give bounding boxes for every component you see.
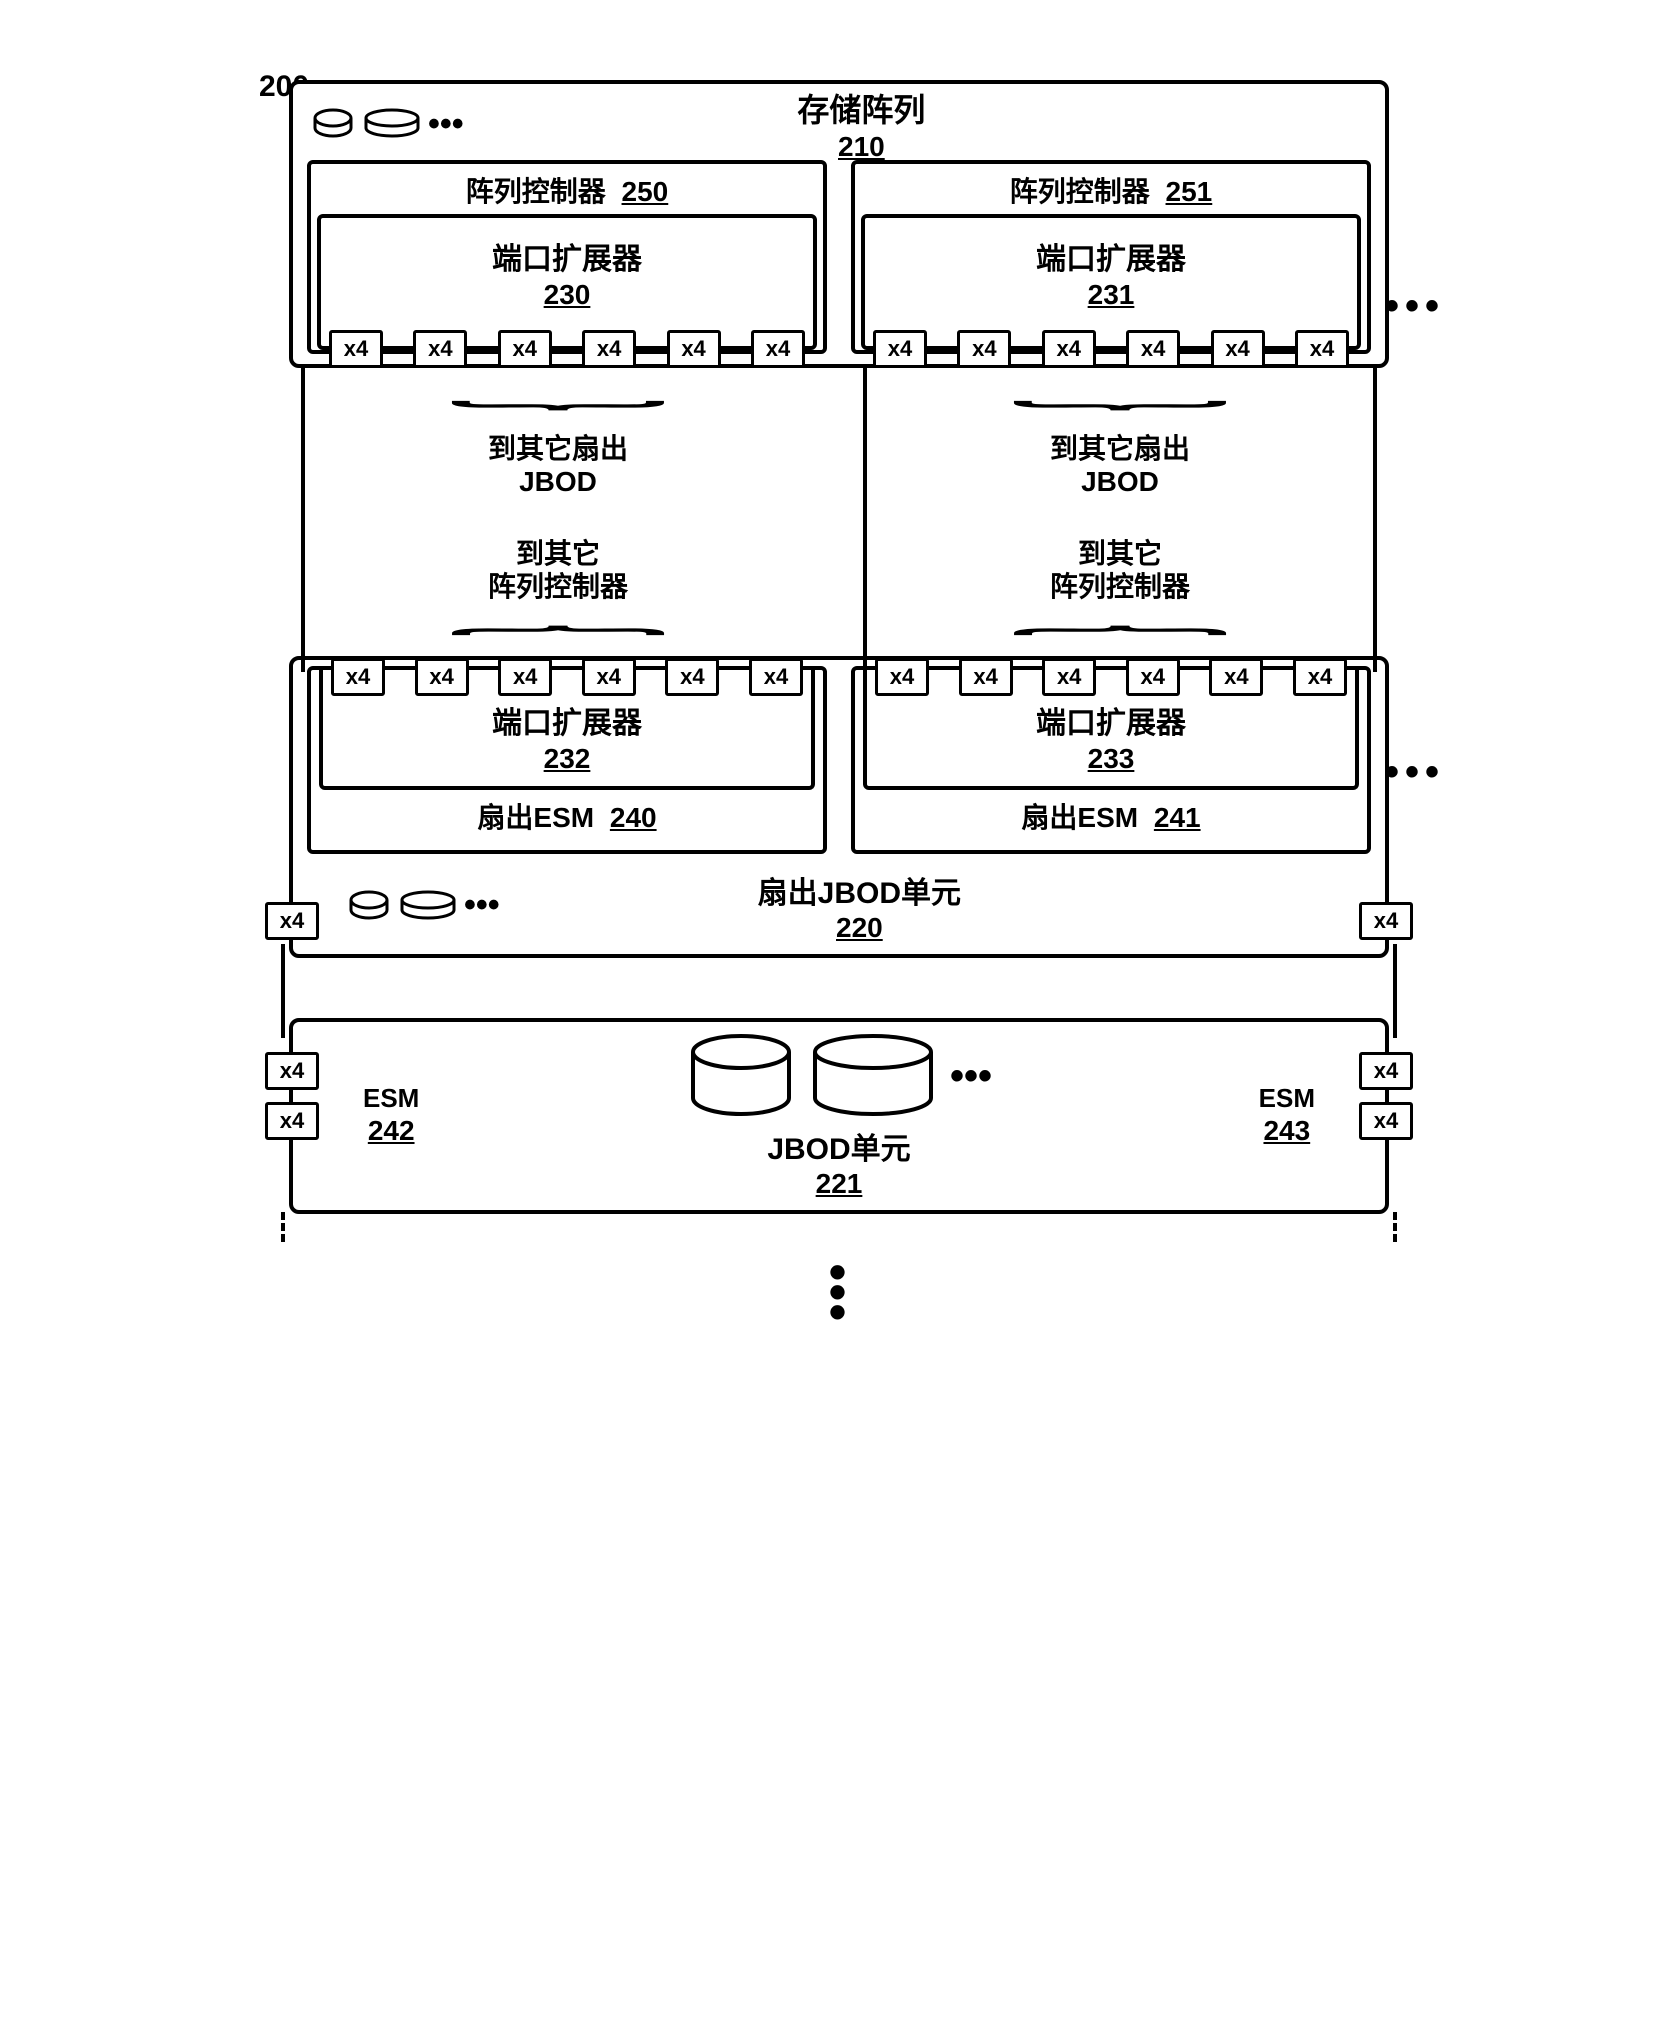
expander-title: 端口扩展器 [492,243,642,276]
ports-row: x4 x4 x4 x4 x4 x4 [331,658,803,696]
expander-ref: 231 [873,278,1349,312]
jbod-center: ••• JBOD单元 221 [439,1032,1238,1200]
port-x4: x4 [1209,658,1263,696]
disk-icon [311,108,356,140]
jbod-unit-ref: 221 [439,1168,1238,1200]
port-x4: x4 [582,658,636,696]
connector-line [863,364,867,672]
connector-line [281,944,285,1038]
port-x4: x4 [265,1102,319,1140]
connector-line [1373,364,1377,672]
port-expander-233: x4 x4 x4 x4 x4 x4 端口扩展器 233 [863,670,1359,790]
port-x4: x4 [875,658,929,696]
fanout-esm-241: x4 x4 x4 x4 x4 x4 端口扩展器 233 扇出ESM 241 [851,666,1371,854]
controller-title: 阵列控制器 251 [861,170,1361,210]
port-x4: x4 [1126,658,1180,696]
port-x4: x4 [265,1052,319,1090]
array-controller-right: 阵列控制器 251 端口扩展器 231 x4 x4 x4 x4 x4 x4 [851,160,1371,354]
connector-line [281,1212,285,1242]
expander-title: 端口扩展器 [492,707,642,740]
ports-row: x4 x4 x4 x4 x4 x4 [329,330,805,368]
jbod-unit-title: JBOD单元 [439,1124,1238,1168]
port-x4: x4 [331,658,385,696]
expander-title: 端口扩展器 [1036,707,1186,740]
ellipsis-icon: ••• [1385,284,1445,329]
brace-icon: ︸ [313,413,1678,422]
port-x4: x4 [1293,658,1347,696]
port-x4: x4 [498,658,552,696]
esm-243: ESM 243 [1259,1083,1315,1148]
mid-gap-labels: ︸ 到其它扇出JBOD 到其它阵列控制器 ︸ ︸ 到其它扇出JBOD 到其它阵列… [289,380,1389,656]
storage-array-box: ••• 存储阵列 210 阵列控制器 250 端口扩展器 230 [289,80,1389,368]
port-x4: x4 [873,330,927,368]
port-x4: x4 [265,902,319,940]
fanout-jbod-footer: ••• 扇出JBOD单元 220 [307,868,1371,944]
array-controller-left: 阵列控制器 250 端口扩展器 230 x4 x4 x4 x4 x4 x4 [307,160,827,354]
connector-line [1393,944,1397,1038]
port-expander-232: x4 x4 x4 x4 x4 x4 端口扩展器 232 [319,670,815,790]
expander-ref: 233 [875,742,1347,776]
gap-fanout-label: 到其它扇出JBOD [289,432,827,499]
jbod-unit-221: x4 x4 x4 x4 ESM 242 ••• JBOD单元 221 ESM 2… [289,1018,1389,1214]
ellipsis-icon: ••• [1385,750,1445,795]
expander-ref: 232 [331,742,803,776]
port-x4: x4 [498,330,552,368]
disk-icon [808,1032,938,1122]
gap-ctrl-label: 到其它阵列控制器 [289,537,827,604]
disk-icon [686,1032,796,1122]
port-expander-230: 端口扩展器 230 x4 x4 x4 x4 x4 x4 [317,214,817,350]
esm-title: 扇出ESM 241 [863,796,1359,836]
vertical-ellipsis-icon: ••• [289,1262,1389,1282]
port-x4: x4 [1126,330,1180,368]
port-x4: x4 [413,330,467,368]
port-x4: x4 [415,658,469,696]
port-x4: x4 [1295,330,1349,368]
port-x4: x4 [1359,1102,1413,1140]
port-expander-231: 端口扩展器 231 x4 x4 x4 x4 x4 x4 [861,214,1361,350]
port-x4: x4 [1042,330,1096,368]
storage-array-header: ••• 存储阵列 210 [307,94,1371,154]
port-x4: x4 [957,330,1011,368]
diagram-canvas: 200 ➘ ••• 存储阵列 210 阵列控制器 250 [289,80,1389,1282]
port-x4: x4 [667,330,721,368]
port-x4: x4 [1359,902,1413,940]
fanout-jbod-ref: 220 [348,912,1371,944]
port-x4: x4 [582,330,636,368]
ports-row: x4 x4 x4 x4 x4 x4 [873,330,1349,368]
fanout-jbod-unit: x4 x4 x4 x4 x4 x4 端口扩展器 232 扇出ESM 240 [289,656,1389,958]
port-x4: x4 [749,658,803,696]
expander-title: 端口扩展器 [1036,243,1186,276]
gap-ctrl-label: 到其它阵列控制器 [851,537,1389,604]
storage-array-title: 存储阵列 [352,85,1371,131]
fanout-jbod-title: 扇出JBOD单元 [348,868,1371,912]
port-x4: x4 [751,330,805,368]
controller-title: 阵列控制器 250 [317,170,817,210]
ellipsis-icon: ••• [950,1054,992,1099]
fanout-esm-240: x4 x4 x4 x4 x4 x4 端口扩展器 232 扇出ESM 240 [307,666,827,854]
esm-242: ESM 242 [363,1083,419,1148]
esm-row: x4 x4 x4 x4 x4 x4 端口扩展器 232 扇出ESM 240 [307,666,1371,854]
expander-ref: 230 [329,278,805,312]
port-x4: x4 [959,658,1013,696]
esm-title: 扇出ESM 240 [319,796,815,836]
port-x4: x4 [1042,658,1096,696]
controllers-row: 阵列控制器 250 端口扩展器 230 x4 x4 x4 x4 x4 x4 [307,160,1371,354]
port-x4: x4 [329,330,383,368]
connector-line [301,364,305,672]
connector-line [1393,1212,1397,1242]
port-x4: x4 [665,658,719,696]
port-x4: x4 [1359,1052,1413,1090]
storage-array-ref: 210 [352,131,1371,163]
ports-row: x4 x4 x4 x4 x4 x4 [875,658,1347,696]
brace-icon: ︸ [313,613,1678,622]
gap-fanout-label: 到其它扇出JBOD [851,432,1389,499]
port-x4: x4 [1211,330,1265,368]
